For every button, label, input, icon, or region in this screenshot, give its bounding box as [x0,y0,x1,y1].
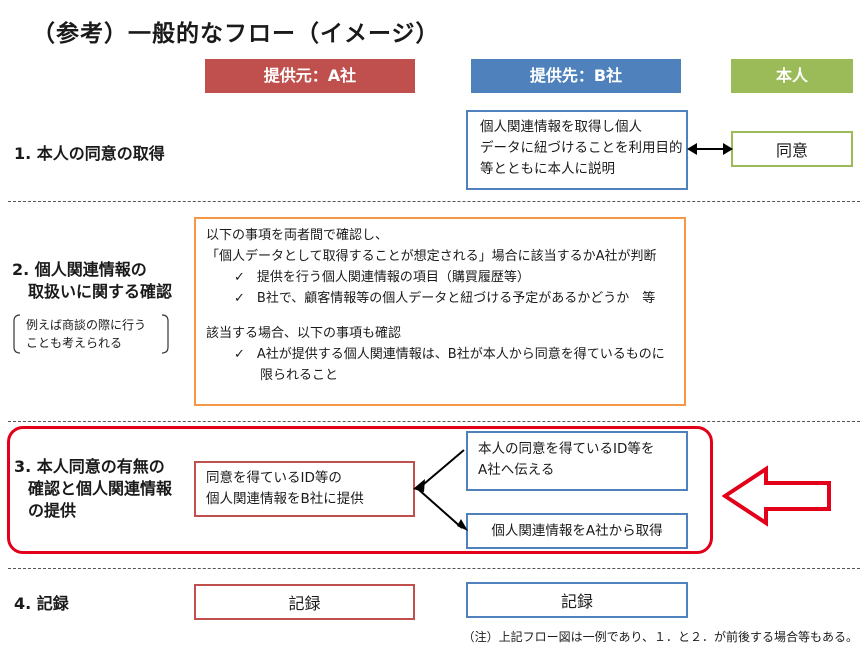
pointer-arrow-icon [722,465,831,527]
step3-recipient-box-1: 本人の同意を得ているID等を A社へ伝える [466,431,688,491]
step3-provider-box: 同意を得ているID等の 個人関連情報をB社に提供 [194,461,415,517]
branch-arrows-icon [413,449,468,531]
header-recipient: 提供先：B社 [471,59,681,93]
step3-provider-line: 個人関連情報をB社に提供 [206,491,364,507]
step1-label: 1. 本人の同意の取得 [14,144,165,163]
step3-provider-line: 同意を得ているID等の [206,470,342,486]
step2-line: 「個人データとして取得することが想定される」場合に該当するかA社が判断 [206,249,657,264]
step4-label: 4. 記録 [14,594,69,613]
step4-recipient-label: 記録 [560,592,593,611]
divider [8,421,860,422]
check-item-cont: 限られること [260,368,339,383]
step2-note-line: ことも考えられる [26,336,123,350]
double-arrow-icon [687,143,733,155]
step2-note-line: 例えば商談の際に行う [26,318,147,332]
step1-person-label: 同意 [775,141,808,160]
step3-label-line: 確認と個人関連情報 [28,479,173,498]
step3-recipient-box-2: 個人関連情報をA社から取得 [466,513,688,549]
step3-recipient-label: 個人関連情報をA社から取得 [491,522,663,539]
check-item: B社で、顧客情報等の個人データと紐づける予定があるかどうか 等 [206,288,684,309]
step4-provider-box: 記録 [194,584,415,620]
step1-recipient-box: 個人関連情報を取得し個人 データに紐づけることを利用目的 等とともに本人に説明 [466,110,688,190]
footnote: （注）上記フロー図は一例であり、１．と２．が前後する場合等もある。 [462,630,858,644]
step2-label-line: 取扱いに関する確認 [28,282,173,301]
step2-label: 2. 個人関連情報の 取扱いに関する確認 [12,259,172,303]
step3-label-line: 3. 本人同意の有無の [14,457,165,476]
step2-line: 該当する場合、以下の事項も確認 [206,326,402,341]
step4-provider-label: 記録 [288,594,321,613]
step3-label-line: の提供 [28,501,77,520]
step3-recipient-line: A社へ伝える [478,462,555,478]
step2-label-line: 2. 個人関連情報の [12,260,147,279]
divider [8,201,860,202]
step1-recipient-line: データに紐づけることを利用目的 [480,140,683,156]
check-item: A社が提供する個人関連情報は、B社が本人から同意を得ているものに [206,344,684,365]
step2-check-box: 以下の事項を両者間で確認し、 「個人データとして取得することが想定される」場合に… [194,217,686,406]
page-title: （参考）一般的なフロー（イメージ） [32,21,440,47]
step4-recipient-box: 記録 [466,582,688,618]
step3-label: 3. 本人同意の有無の 確認と個人関連情報 の提供 [14,456,172,522]
step1-recipient-line: 等とともに本人に説明 [480,161,615,177]
step2-line: 以下の事項を両者間で確認し、 [206,228,389,243]
header-person: 本人 [731,59,853,93]
divider [8,568,860,569]
header-provider: 提供元：A社 [205,59,415,93]
step2-note: 例えば商談の際に行う ことも考えられる [12,313,170,355]
check-item: 提供を行う個人関連情報の項目（購買履歴等） [206,267,684,288]
step1-recipient-line: 個人関連情報を取得し個人 [480,119,642,135]
step1-person-box: 同意 [731,131,853,167]
step3-recipient-line: 本人の同意を得ているID等を [478,441,655,457]
